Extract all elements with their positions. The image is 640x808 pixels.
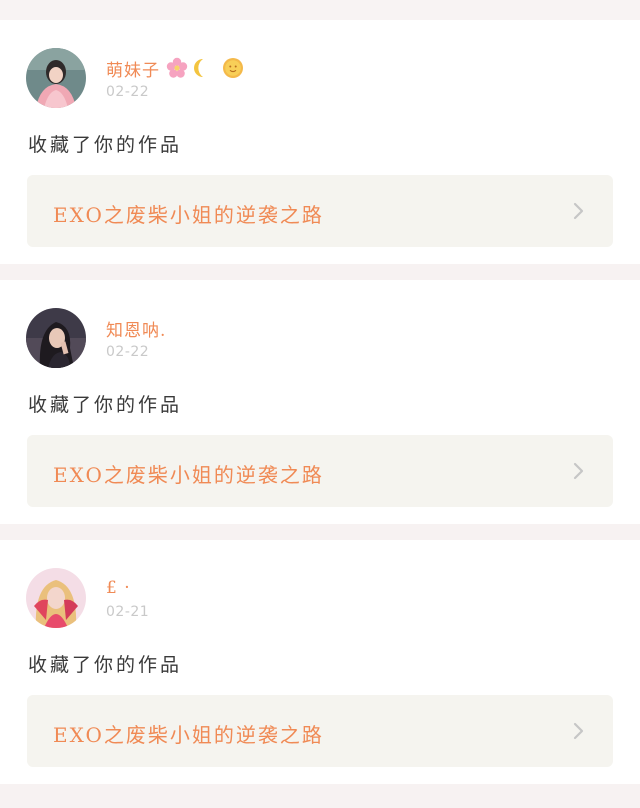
- work-title: EXO之废柴小姐的逆袭之路: [53, 723, 324, 747]
- work-link[interactable]: EXO之废柴小姐的逆袭之路: [27, 175, 613, 247]
- notification-date: 02-22: [106, 344, 150, 360]
- chevron-right-icon: [573, 202, 584, 220]
- notification-card: £ · 02-21 收藏了你的作品 EXO之废柴小姐的逆袭之路: [0, 540, 640, 784]
- work-title: EXO之废柴小姐的逆袭之路: [53, 463, 324, 487]
- work-link[interactable]: EXO之废柴小姐的逆袭之路: [27, 435, 613, 507]
- username[interactable]: £ ·: [106, 578, 131, 598]
- action-text: 收藏了你的作品: [28, 394, 183, 416]
- chevron-right-icon: [573, 722, 584, 740]
- avatar[interactable]: [26, 568, 86, 628]
- username-row[interactable]: 知恩呐.: [106, 316, 166, 341]
- action-text: 收藏了你的作品: [28, 654, 183, 676]
- username-row[interactable]: 萌妹子: [106, 56, 244, 81]
- work-link[interactable]: EXO之废柴小姐的逆袭之路: [27, 695, 613, 767]
- notification-card: 知恩呐. 02-22 收藏了你的作品 EXO之废柴小姐的逆袭之路: [0, 280, 640, 524]
- cherry-blossom-icon: [166, 57, 188, 78]
- avatar[interactable]: [26, 308, 86, 368]
- action-text: 收藏了你的作品: [28, 134, 183, 156]
- top-divider: [0, 0, 640, 20]
- username[interactable]: 知恩呐.: [106, 316, 166, 341]
- notification-date: 02-21: [106, 604, 150, 620]
- username-row[interactable]: £ ·: [106, 576, 131, 600]
- work-title: EXO之废柴小姐的逆袭之路: [53, 203, 324, 227]
- crescent-moon-icon: [194, 59, 203, 77]
- username[interactable]: 萌妹子: [106, 56, 160, 81]
- notification-card: 萌妹子 02-22 收藏了你的作品 EXO之废柴小姐的逆袭之路: [0, 20, 640, 264]
- sun-face-icon: [223, 58, 243, 78]
- avatar[interactable]: [26, 48, 86, 108]
- notification-date: 02-22: [106, 84, 150, 100]
- chevron-right-icon: [573, 462, 584, 480]
